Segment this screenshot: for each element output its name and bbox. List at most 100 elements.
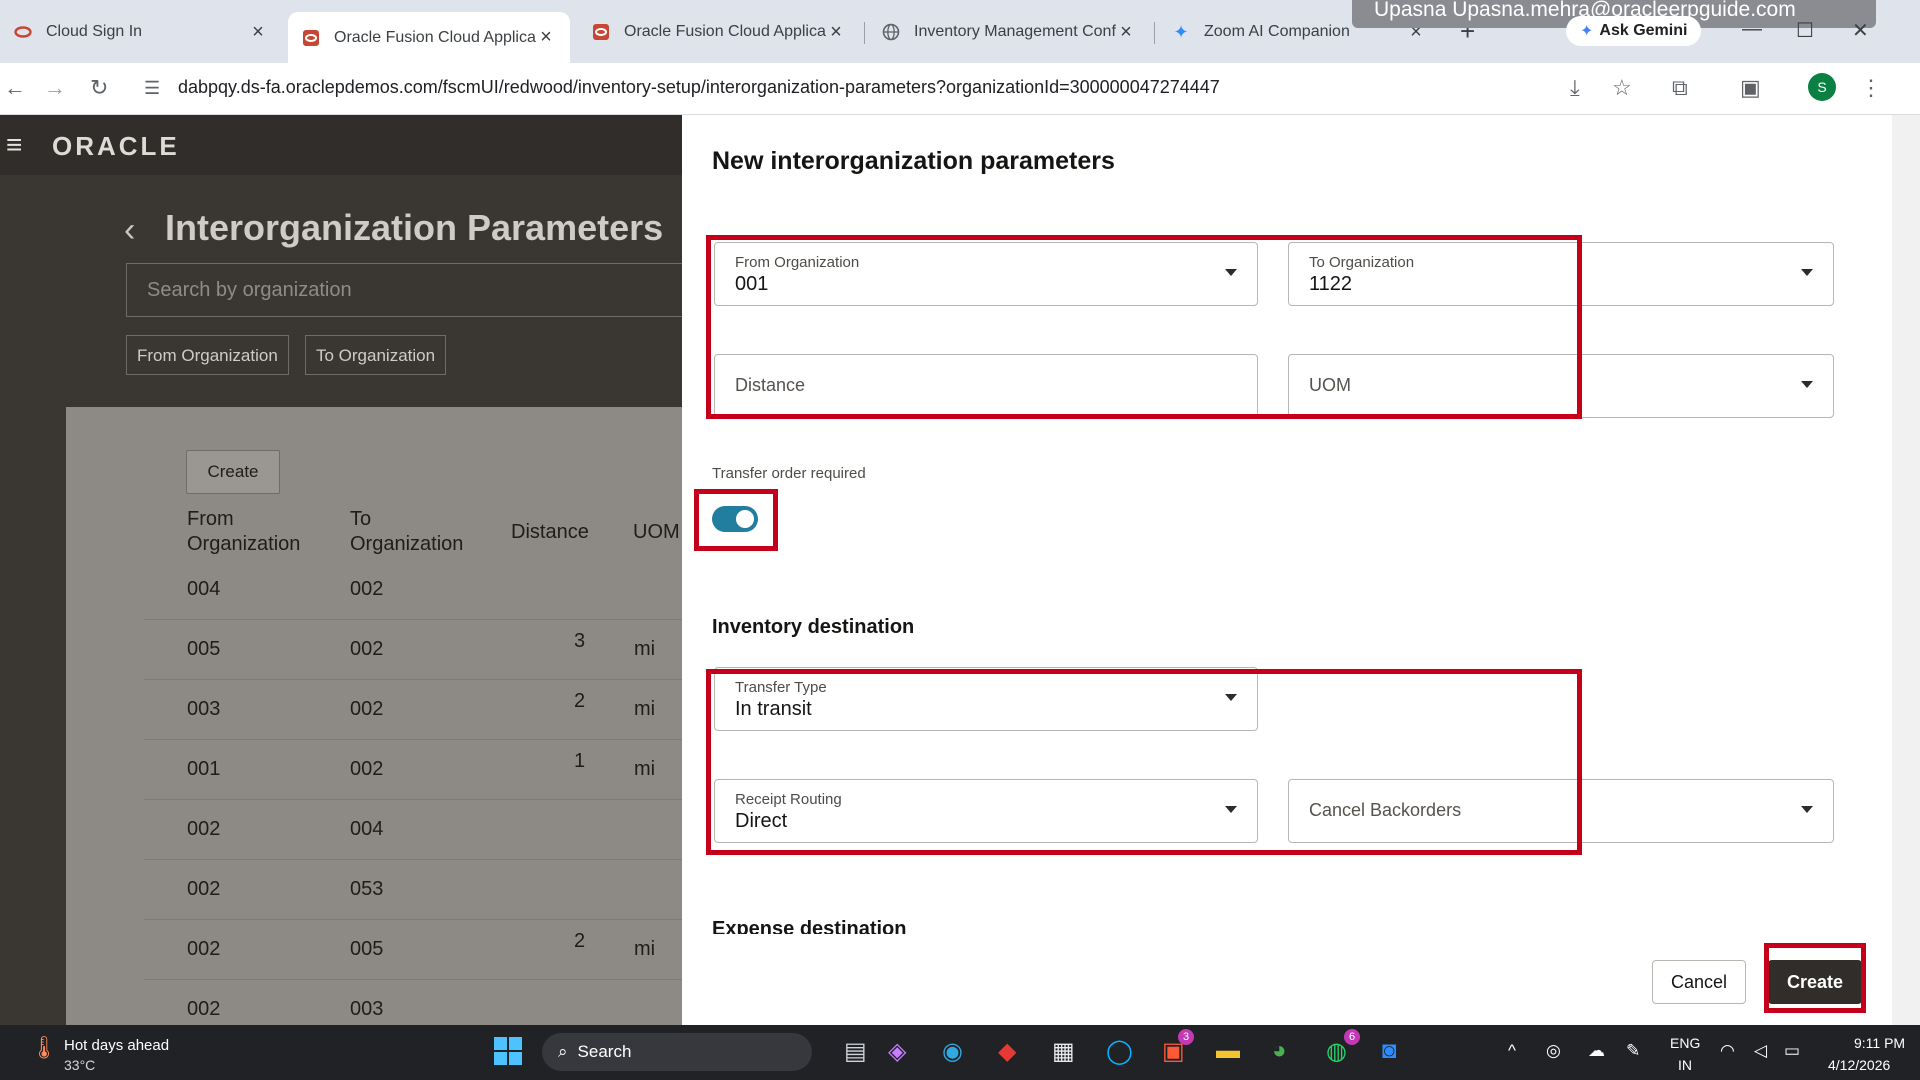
task-view-icon[interactable]: ▤ (844, 1037, 867, 1066)
reload-icon[interactable]: ↻ (90, 75, 108, 101)
cell-uom: mi (634, 698, 656, 720)
taskbar-search[interactable]: ⌕ Search (542, 1033, 812, 1071)
drawer-scrollbar[interactable] (1892, 115, 1920, 1025)
wifi-icon[interactable]: ◠ (1720, 1041, 1735, 1061)
cell-to: 002 (350, 638, 384, 660)
screen: Cloud Sign In × Oracle Fusion Cloud Appl… (0, 0, 1920, 1080)
oracle-favicon-icon (302, 29, 320, 47)
back-chevron-icon[interactable]: ‹ (124, 211, 135, 250)
table-row[interactable]: 002 053 (144, 860, 682, 920)
clock-date: 4/12/2026 (1828, 1057, 1891, 1073)
extensions-icon[interactable]: ⧉ (1672, 75, 1688, 101)
window-close-icon[interactable]: ✕ (1852, 18, 1869, 43)
tab-title: Oracle Fusion Cloud Applicatic (334, 28, 536, 46)
oracle-favicon-icon (592, 23, 610, 41)
column-header-distance[interactable]: Distance (511, 520, 589, 545)
maximize-icon[interactable]: ☐ (1796, 18, 1814, 43)
tab-oracle-fusion-2[interactable]: Oracle Fusion Cloud Applicatic × (578, 12, 860, 52)
hamburger-menu-icon[interactable]: ≡ (6, 129, 22, 161)
side-panel-icon[interactable]: ▣ (1740, 75, 1761, 101)
bookmark-star-icon[interactable]: ☆ (1612, 75, 1632, 101)
cell-to: 004 (350, 818, 384, 840)
cell-from: 001 (187, 758, 221, 780)
cell-distance: 1 (574, 750, 586, 772)
file-explorer-icon[interactable]: ▬ (1216, 1037, 1240, 1065)
chevron-down-icon[interactable] (1801, 269, 1813, 276)
more-menu-icon[interactable]: ⋮ (1860, 75, 1882, 101)
column-header-to-organization[interactable]: To Organization (350, 507, 463, 557)
forward-arrow-icon[interactable]: → (44, 75, 66, 101)
zoom-icon[interactable]: ◙ (1382, 1037, 1397, 1065)
cell-to: 002 (350, 758, 384, 780)
column-header-uom[interactable]: UOM (633, 520, 680, 545)
clock-time[interactable]: 9:11 PM (1854, 1035, 1905, 1051)
page-title: Interorganization Parameters (165, 207, 664, 248)
close-icon[interactable]: × (826, 21, 846, 44)
tray-sync-icon[interactable]: ◎ (1546, 1041, 1561, 1061)
mcafee-icon[interactable]: ◆ (998, 1037, 1016, 1066)
close-icon[interactable]: × (248, 21, 268, 44)
table-row[interactable]: 002 005 2 mi (144, 920, 682, 980)
cell-to: 003 (350, 998, 384, 1020)
table-row[interactable]: 003 002 2 mi (144, 680, 682, 740)
cell-uom: mi (634, 758, 656, 780)
create-button[interactable]: Create (186, 450, 280, 494)
cell-from: 004 (187, 578, 221, 600)
url-text[interactable]: dabpqy.ds-fa.oraclepdemos.com/fscmUI/red… (178, 77, 1220, 98)
chrome-icon[interactable]: ◕ (1272, 1037, 1287, 1065)
tab-oracle-fusion-active[interactable]: Oracle Fusion Cloud Applicatic × (288, 12, 570, 63)
language-indicator[interactable]: ENG (1670, 1035, 1700, 1051)
chevron-down-icon[interactable] (1801, 381, 1813, 388)
tab-title: Cloud Sign In (46, 23, 143, 40)
highlight-box-organizations (706, 235, 1582, 419)
close-icon[interactable]: × (1116, 21, 1136, 44)
tab-inventory-management[interactable]: Inventory Management Config × (868, 12, 1150, 52)
drawer-title: New interorganization parameters (712, 147, 1115, 175)
chevron-down-icon[interactable] (1801, 806, 1813, 813)
globe-icon (882, 23, 900, 41)
table-row[interactable]: 004 002 (144, 560, 682, 620)
copilot-icon[interactable]: ◈ (888, 1037, 906, 1066)
minimize-icon[interactable]: — (1742, 18, 1762, 41)
table-row[interactable]: 002 004 (144, 800, 682, 860)
oracle-logo: ORACLE (52, 131, 180, 161)
cell-to: 002 (350, 578, 384, 600)
site-settings-icon[interactable]: ☰ (144, 78, 160, 99)
highlight-box-toggle (694, 489, 778, 551)
close-icon[interactable]: × (536, 26, 556, 49)
transfer-order-required-label: Transfer order required (712, 465, 866, 482)
battery-icon[interactable]: ▭ (1784, 1041, 1800, 1061)
onedrive-icon[interactable]: ☁ (1588, 1041, 1605, 1061)
table-row[interactable]: 002 003 (144, 980, 682, 1025)
cell-from: 005 (187, 638, 221, 660)
tab-cloud-sign-in[interactable]: Cloud Sign In × (0, 12, 282, 52)
filter-chip-to-organization[interactable]: To Organization (305, 335, 447, 375)
cell-to: 002 (350, 698, 384, 720)
pen-icon[interactable]: ✎ (1626, 1041, 1640, 1061)
filter-chip-from-organization[interactable]: From Organization (126, 335, 289, 375)
whatsapp-icon[interactable]: ◍ (1326, 1037, 1347, 1066)
install-app-icon[interactable]: ⤓ (1570, 75, 1580, 101)
tray-chevron-up-icon[interactable]: ^ (1508, 1041, 1516, 1061)
browser-tab-strip: Cloud Sign In × Oracle Fusion Cloud Appl… (0, 0, 1920, 63)
cell-from: 002 (187, 818, 221, 840)
volume-icon[interactable]: ◁ (1754, 1041, 1767, 1061)
cortana-icon[interactable]: ◯ (1106, 1037, 1133, 1066)
ask-gemini-label: Ask Gemini (1599, 22, 1688, 39)
cell-to: 005 (350, 938, 384, 960)
column-header-from-organization[interactable]: From Organization (187, 507, 300, 557)
edge-browser-icon[interactable]: ◉ (942, 1037, 963, 1066)
tab-title: Oracle Fusion Cloud Applicatic (624, 23, 826, 40)
back-arrow-icon[interactable]: ← (4, 75, 26, 101)
organization-search-input[interactable]: Search by organization (126, 263, 682, 317)
ask-gemini-button[interactable]: ✦ Ask Gemini (1566, 16, 1702, 46)
table-row[interactable]: 001 002 1 mi (144, 740, 682, 800)
highlight-box-create (1764, 943, 1866, 1013)
microsoft-store-icon[interactable]: ▦ (1052, 1037, 1075, 1066)
cancel-button[interactable]: Cancel (1652, 960, 1746, 1004)
windows-start-icon[interactable] (494, 1037, 522, 1072)
weather-title[interactable]: Hot days ahead (64, 1037, 169, 1054)
profile-avatar[interactable]: S (1808, 73, 1836, 101)
table-row[interactable]: 005 002 3 mi (144, 620, 682, 680)
gemini-icon: ✦ (1580, 23, 1594, 40)
